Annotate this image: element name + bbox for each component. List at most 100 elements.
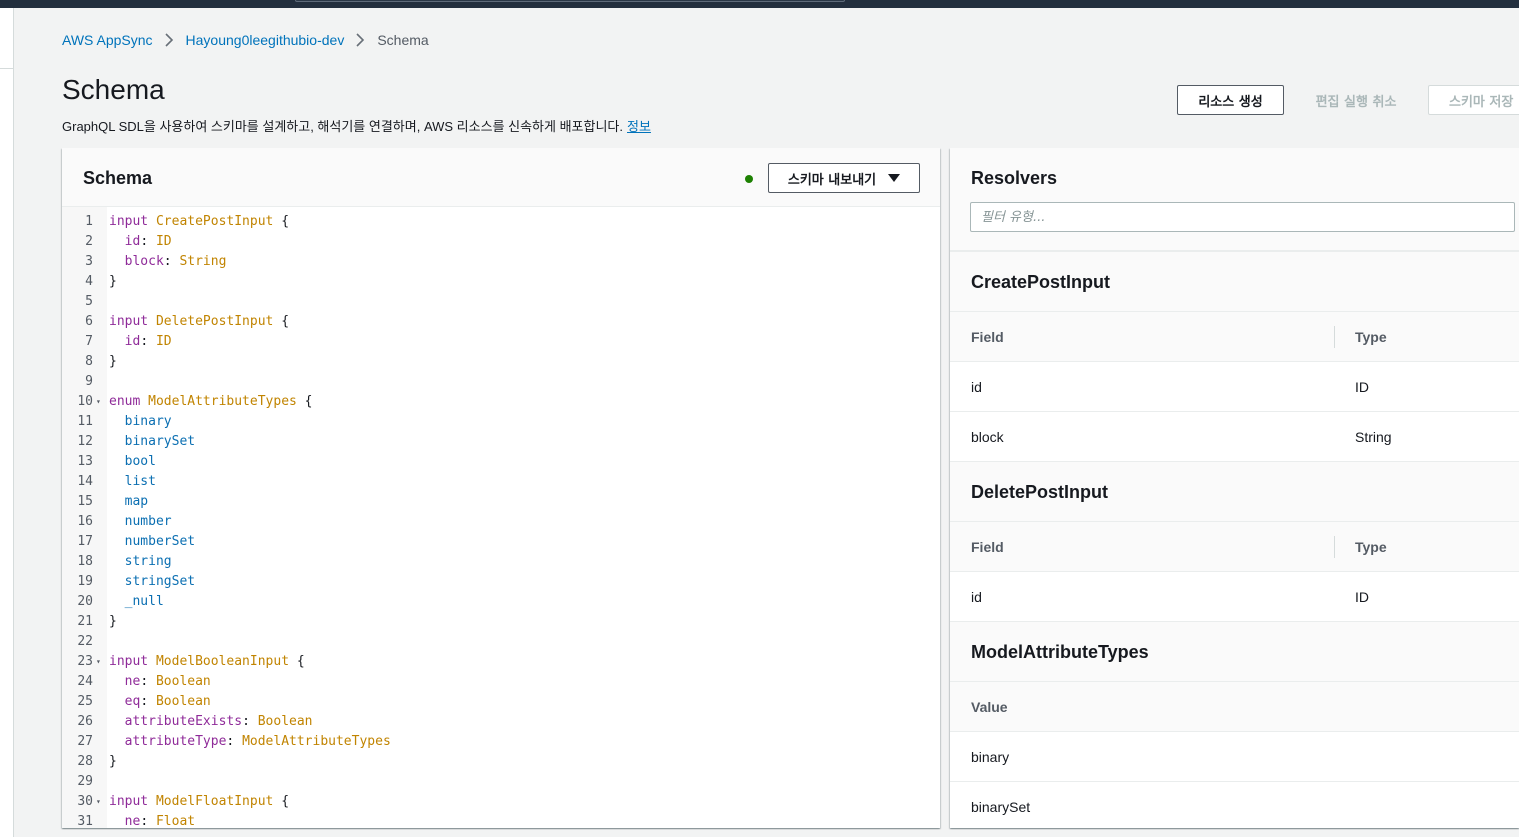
line-number: 26 — [77, 714, 93, 729]
code-line[interactable]: 10 ▾ enum ModelAttributeTypes { — [62, 392, 940, 412]
resolver-filter-input[interactable] — [970, 202, 1515, 232]
code-line[interactable]: 21} — [62, 612, 940, 632]
breadcrumb-current: Schema — [377, 32, 429, 48]
table-row[interactable]: block String — [950, 411, 1519, 461]
code-line[interactable]: 6 input DeletePostInput { — [62, 312, 940, 332]
code-line[interactable]: 22 — [62, 632, 940, 652]
code-token: } — [109, 614, 117, 629]
code-token: attributeExists — [124, 714, 243, 729]
schema-code-editor[interactable]: 1 input CreatePostInput {2 id: ID 3 block:… — [62, 207, 940, 828]
column-header[interactable]: Value — [971, 699, 1008, 715]
code-line[interactable]: 5 — [62, 292, 940, 312]
line-number: 20 — [77, 594, 93, 609]
code-line[interactable]: 15 map — [62, 492, 940, 512]
code-line[interactable]: 17 numberSet — [62, 532, 940, 552]
table-row[interactable]: id ID — [950, 361, 1519, 411]
code-text: map — [109, 492, 148, 512]
code-line[interactable]: 29 — [62, 772, 940, 792]
fold-arrow-icon[interactable]: ▾ — [96, 652, 101, 672]
code-line[interactable]: 12 binarySet — [62, 432, 940, 452]
code-line[interactable]: 23 ▾ input ModelBooleanInput { — [62, 652, 940, 672]
code-line[interactable]: 16 number — [62, 512, 940, 532]
code-line[interactable]: 26 attributeExists: Boolean — [62, 712, 940, 732]
global-search-input[interactable] — [295, 0, 845, 2]
code-text: block: String — [109, 252, 227, 272]
line-number: 4 — [85, 274, 93, 289]
resolver-section-title: ModelAttributeTypes — [950, 621, 1519, 681]
code-line[interactable]: 2 id: ID — [62, 232, 940, 252]
code-line[interactable]: 14 list — [62, 472, 940, 492]
code-line[interactable]: 9 — [62, 372, 940, 392]
column-divider — [1334, 536, 1335, 558]
undo-edit-button[interactable]: 편집 실행 취소 — [1300, 85, 1412, 115]
info-link[interactable]: 정보 — [627, 119, 651, 134]
code-token: block — [124, 254, 164, 269]
line-number: 24 — [77, 674, 93, 689]
code-line[interactable]: 7 id: ID — [62, 332, 940, 352]
fold-arrow-icon[interactable]: ▾ — [96, 792, 101, 812]
code-line[interactable]: 11 binary — [62, 412, 940, 432]
code-line[interactable]: 20 _null — [62, 592, 940, 612]
line-number: 1 — [85, 214, 93, 229]
code-token: ne — [124, 674, 141, 689]
table-cell: ID — [1355, 379, 1369, 395]
column-header[interactable]: Field — [971, 329, 1004, 345]
line-number: 30 — [77, 794, 93, 809]
code-text: ne: Boolean — [109, 672, 211, 692]
line-number: 17 — [77, 534, 93, 549]
line-number: 9 — [85, 374, 93, 389]
page-description-text: GraphQL SDL을 사용하여 스키마를 설계하고, 해석기를 연결하며, … — [62, 119, 624, 134]
code-text: stringSet — [109, 572, 195, 592]
caret-down-icon — [888, 174, 901, 182]
code-token: ModelFloatInput — [155, 794, 274, 809]
code-line[interactable]: 27 attributeType: ModelAttributeTypes — [62, 732, 940, 752]
code-token: : — [140, 234, 156, 249]
export-schema-button[interactable]: 스키마 내보내기 — [768, 163, 920, 193]
code-token: } — [109, 754, 117, 769]
resolver-table-header: Field Type — [950, 521, 1519, 571]
page-title: Schema — [62, 74, 165, 105]
column-header[interactable]: Type — [1355, 539, 1387, 555]
table-cell: ID — [1355, 589, 1369, 605]
code-token: ModelAttributeTypes — [242, 734, 391, 749]
code-line[interactable]: 8} — [62, 352, 940, 372]
code-line[interactable]: 18 string — [62, 552, 940, 572]
code-text: input ModelFloatInput { — [109, 792, 289, 812]
code-line[interactable]: 25 eq: Boolean — [62, 692, 940, 712]
table-row[interactable]: binary — [950, 731, 1519, 781]
table-row[interactable]: binarySet — [950, 781, 1519, 828]
breadcrumb-api-link[interactable]: Hayoung0leegithubio-dev — [186, 32, 345, 48]
column-header[interactable]: Field — [971, 539, 1004, 555]
code-token: Boolean — [155, 674, 211, 689]
line-number: 3 — [85, 254, 93, 269]
save-schema-button[interactable]: 스키마 저장 — [1428, 85, 1519, 115]
code-line[interactable]: 4} — [62, 272, 940, 292]
code-line[interactable]: 30 ▾ input ModelFloatInput { — [62, 792, 940, 812]
code-text: } — [109, 612, 117, 632]
column-header[interactable]: Type — [1355, 329, 1387, 345]
code-token: : — [226, 734, 243, 749]
code-token: map — [124, 494, 149, 509]
code-line[interactable]: 24 ne: Boolean — [62, 672, 940, 692]
code-line[interactable]: 19 stringSet — [62, 572, 940, 592]
code-token: : — [140, 694, 156, 709]
breadcrumb-appsync-link[interactable]: AWS AppSync — [62, 32, 153, 48]
create-resources-button[interactable]: 리소스 생성 — [1177, 85, 1284, 115]
table-row[interactable]: id ID — [950, 571, 1519, 621]
side-navigation-rail[interactable] — [0, 8, 14, 837]
code-line[interactable]: 28} — [62, 752, 940, 772]
code-text: enum ModelAttributeTypes { — [109, 392, 313, 412]
code-line[interactable]: 1 input CreatePostInput { — [62, 212, 940, 232]
code-line[interactable]: 13 bool — [62, 452, 940, 472]
code-token: string — [124, 554, 172, 569]
column-divider — [1334, 326, 1335, 348]
code-line[interactable]: 3 block: String — [62, 252, 940, 272]
code-text: } — [109, 272, 117, 292]
fold-arrow-icon[interactable]: ▾ — [96, 392, 101, 412]
code-line[interactable]: 31 ne: Float — [62, 812, 940, 828]
